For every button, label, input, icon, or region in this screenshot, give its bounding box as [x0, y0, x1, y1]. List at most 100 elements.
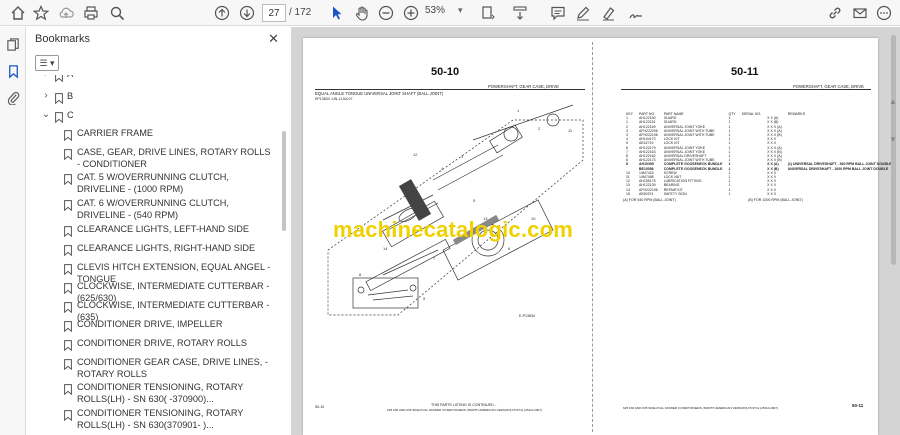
bookmarks-panel: Bookmarks ✕ ☰ ▾ › A › B ⌄ C CARRIER FRAM… — [27, 27, 292, 435]
bookmark-star-icon[interactable] — [31, 3, 51, 23]
hand-tool-icon[interactable] — [352, 3, 372, 23]
bookmarks-title: Bookmarks — [35, 33, 91, 45]
attachments-icon[interactable] — [4, 88, 22, 106]
page-split-line — [592, 42, 593, 432]
zoom-out-icon[interactable] — [376, 3, 396, 23]
right-page-number: 50-11 — [731, 66, 759, 78]
comment-icon[interactable] — [548, 3, 568, 23]
table-row: 15 AE60374 SAFETY SIGN 1 X X X — [623, 192, 894, 196]
bookmark-label: CARRIER FRAME — [77, 128, 154, 138]
bookmark-icon — [55, 75, 63, 83]
callout-9: 9 — [423, 296, 426, 301]
bookmark-label: CLEARANCE LIGHTS, RIGHT-HAND SIDE — [77, 243, 256, 253]
bookmark-icon — [64, 224, 72, 238]
top-toolbar: 27 / 172 53% ▾ — [0, 0, 900, 26]
bookmark-label: CLEARANCE LIGHTS, LEFT-HAND SIDE — [77, 224, 250, 234]
bookmarks-panel-icon[interactable] — [4, 62, 22, 80]
bookmark-label: C — [67, 110, 74, 120]
table-cell: 1 — [728, 191, 731, 196]
page-total: / 172 — [289, 7, 312, 18]
scroll-down-arrow-icon[interactable]: ▼ — [889, 135, 897, 144]
note-a: (A) FOR 540 RPM (BALL JOINT) — [623, 198, 676, 202]
right-header-rule — [621, 89, 871, 90]
bookmark-icon — [64, 198, 72, 212]
pen-draw-icon[interactable] — [573, 3, 593, 23]
left-footer-page: 50-10 — [315, 405, 325, 409]
bookmark-tree: › A › B ⌄ C CARRIER FRAME CASE, GEAR, DR… — [27, 75, 279, 435]
callout-11: 11 — [568, 128, 573, 133]
close-icon[interactable]: ✕ — [268, 31, 279, 47]
bookmark-label: A — [67, 75, 263, 80]
column-header: SERIAL NO. — [741, 112, 762, 116]
bookmark-icon — [64, 338, 72, 352]
previous-page-icon[interactable] — [212, 3, 232, 23]
email-icon[interactable] — [850, 3, 870, 23]
cloud-upload-icon[interactable] — [56, 3, 76, 23]
left-header-rule — [315, 89, 585, 90]
expand-toggle-icon[interactable]: › — [41, 75, 51, 79]
next-page-icon[interactable] — [237, 3, 257, 23]
scroll-up-arrow-icon[interactable]: ▲ — [889, 97, 897, 106]
highlight-icon[interactable] — [599, 3, 619, 23]
expand-toggle-icon[interactable]: › — [41, 90, 51, 101]
page-number-value: 27 — [268, 7, 280, 19]
callout-2: 2 — [538, 126, 541, 131]
table-cell: X X X — [767, 191, 777, 196]
sign-icon[interactable] — [626, 3, 646, 23]
bookmark-icon — [64, 319, 72, 333]
right-footer-model: 625 630 AND 635 SIDE-PULL MOWER CONDITIO… — [623, 406, 779, 410]
page-number-input[interactable]: 27 — [262, 4, 286, 22]
right-footer-page: 50-11 — [852, 403, 864, 408]
print-icon[interactable] — [81, 3, 101, 23]
note-b: (B) FOR 1000 RPM (BALL JOINT) — [748, 198, 803, 202]
bookmark-icon — [64, 128, 72, 142]
left-footer-model: 625 630 AND 635 SIDE-PULL MOWER CONDITIO… — [387, 408, 543, 412]
pdf-page-spread: 50-10 POWERSHAFT, GEAR CASE, DRIVE EQUAL… — [303, 38, 891, 435]
home-icon[interactable] — [8, 3, 28, 23]
callout-8: 8 — [359, 272, 362, 277]
bookmark-label: CASE, GEAR, DRIVE LINES, ROTARY ROLLS - … — [77, 147, 271, 169]
bookmark-label: CONDITIONER TENSIONING, ROTARY ROLLS(LH)… — [77, 382, 244, 404]
table-cell: AE60374 — [639, 191, 654, 196]
bookmark-icon — [64, 300, 72, 314]
zoom-in-icon[interactable] — [401, 3, 421, 23]
collapse-toggle-icon[interactable]: ⌄ — [41, 109, 51, 120]
exploded-driveline-diagram: 1 2 3 4 5 6 7 8 9 10 11 12 13 14 — [327, 104, 584, 316]
scroll-mode-icon[interactable] — [510, 3, 530, 23]
bookmark-options-button[interactable]: ☰ ▾ — [35, 55, 59, 71]
more-options-icon[interactable] — [874, 3, 894, 23]
watermark-text: machinecatalogic.com — [333, 217, 573, 242]
callout-12: 12 — [413, 152, 418, 157]
callout-5: 5 — [473, 198, 476, 203]
select-cursor-icon[interactable] — [327, 3, 347, 23]
page-thumbnails-icon[interactable] — [4, 35, 22, 53]
bookmark-icon — [64, 147, 72, 161]
bookmark-icon — [64, 382, 72, 396]
bookmark-label: CONDITIONER GEAR CASE, DRIVE LINES, - RO… — [77, 357, 268, 379]
bookmark-label: CONDITIONER DRIVE, IMPELLER — [77, 319, 223, 329]
table-cell: 15 — [626, 191, 630, 196]
search-icon[interactable] — [107, 3, 127, 23]
table-cell — [785, 192, 895, 196]
table-cell: UNIVERSAL DRIVESHAFT - 1000 RPM BALL JOI… — [787, 166, 889, 171]
bookmarks-scroll-thumb[interactable] — [282, 131, 286, 231]
bookmark-label: CAT. 5 W/OVERRUNNING CLUTCH, DRIVELINE -… — [77, 172, 229, 194]
viewer-scroll-thumb[interactable] — [891, 35, 896, 265]
bookmark-label: B — [67, 91, 74, 101]
share-link-icon[interactable] — [825, 3, 845, 23]
bookmark-icon — [64, 408, 72, 422]
bookmark-icon — [64, 281, 72, 295]
zoom-dropdown-icon[interactable]: ▾ — [458, 5, 463, 16]
parts-table-body: 1 AH122150 GUARD 1 X X (A) 1 AH122151 GUARD 1 X X… — [623, 116, 894, 196]
viewer-scrollbar[interactable]: ▲ ▼ — [886, 27, 900, 435]
fit-page-icon[interactable] — [478, 3, 498, 23]
callout-14: 14 — [383, 246, 388, 251]
left-footer-continued: THIS PARTS LISTING IS CONTINUED... — [431, 403, 497, 407]
zoom-level[interactable]: 53% — [425, 5, 445, 16]
document-viewer: 50-10 POWERSHAFT, GEAR CASE, DRIVE EQUAL… — [292, 27, 900, 435]
bookmark-icon — [64, 243, 72, 257]
callout-6: 6 — [508, 246, 511, 251]
bookmarks-scrollbar[interactable] — [281, 75, 287, 435]
bookmark-icon — [64, 357, 72, 371]
table-cell — [739, 192, 765, 196]
